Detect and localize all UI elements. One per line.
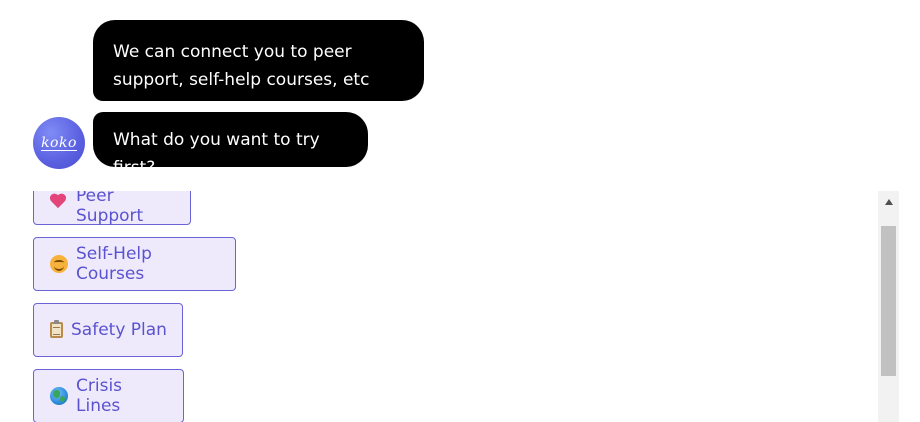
heart-icon [50, 197, 68, 215]
option-label: Safety Plan [71, 320, 167, 340]
option-label: Crisis Lines [76, 376, 123, 416]
option-label: Peer Support [76, 191, 144, 226]
bot-avatar: koko [33, 117, 85, 169]
chat-message-bubble: What do you want to try first? [93, 112, 368, 178]
safety-plan-button[interactable]: Safety Plan [33, 303, 183, 357]
message-text: What do you want to try first? [113, 130, 320, 178]
scrollbar-thumb[interactable] [881, 226, 896, 376]
avatar-logo-text: koko [41, 135, 77, 151]
message-line: support, self-help courses, etc [113, 70, 370, 90]
quick-reply-list: Peer Support Self-Help Courses Safety Pl… [0, 191, 877, 422]
message-line: We can connect you to peer [113, 42, 352, 62]
peer-support-button[interactable]: Peer Support [33, 191, 191, 226]
crisis-lines-button[interactable]: Crisis Lines [33, 369, 184, 422]
option-label: Self-Help Courses [76, 244, 152, 284]
vertical-scrollbar[interactable] [878, 191, 899, 422]
clipboard-icon [50, 320, 63, 338]
smiling-face-icon [50, 255, 68, 273]
up-arrow-icon [884, 198, 893, 205]
chat-message-bubble: We can connect you to peer support, self… [93, 20, 424, 101]
chat-window: We can connect you to peer support, self… [0, 0, 920, 422]
globe-icon [50, 387, 68, 405]
scroll-up-button[interactable] [878, 191, 899, 212]
self-help-courses-button[interactable]: Self-Help Courses [33, 237, 236, 291]
